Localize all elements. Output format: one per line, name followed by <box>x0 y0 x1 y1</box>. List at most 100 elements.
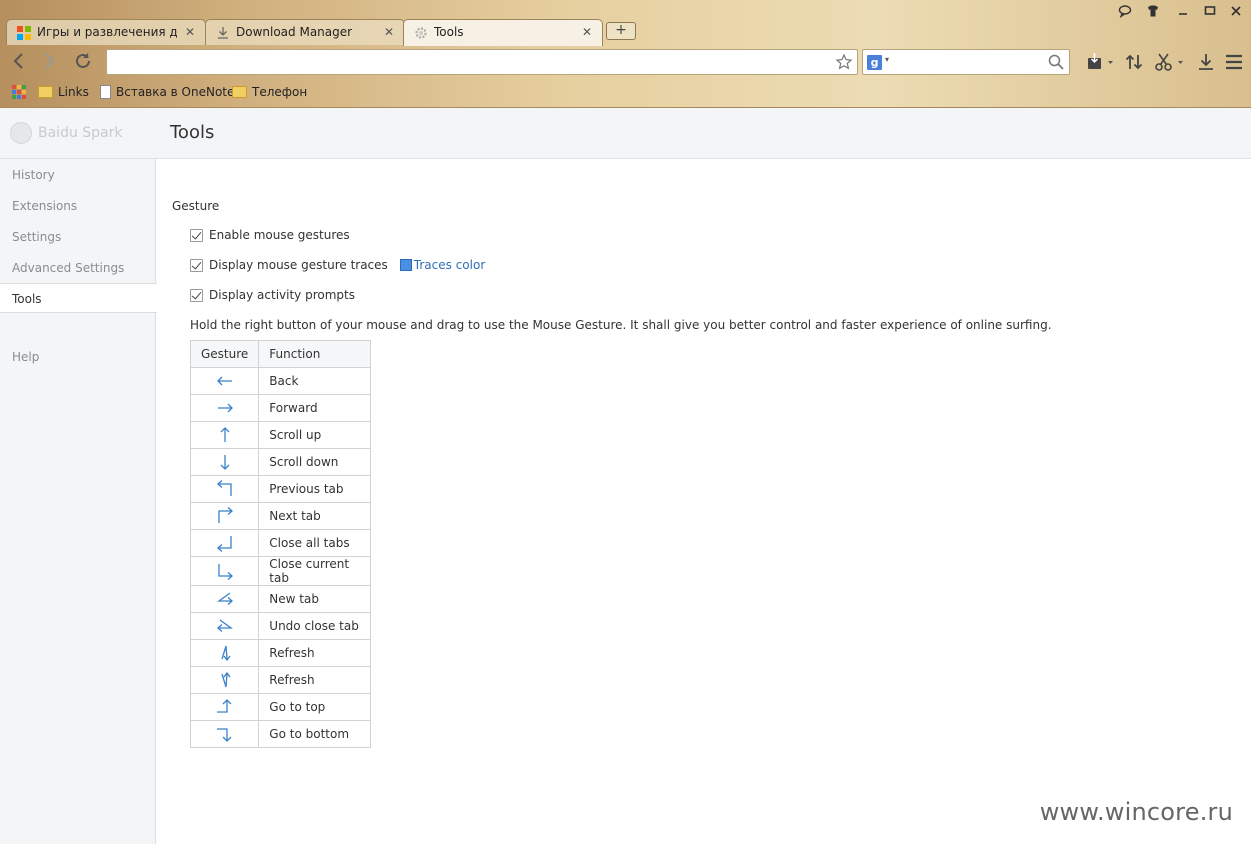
table-row: Go to bottom <box>189 720 372 748</box>
video-download-icon[interactable] <box>1086 52 1113 72</box>
tab-title: Download Manager <box>236 25 353 39</box>
settings-page: Baidu Spark Tools History Extensions Set… <box>0 108 1251 844</box>
reload-icon[interactable] <box>72 50 94 72</box>
gesture-cell <box>189 666 260 694</box>
column-header-function: Function <box>258 340 372 368</box>
chevron-down-icon[interactable]: ▾ <box>885 55 889 64</box>
folder-icon <box>38 86 53 98</box>
function-cell: Refresh <box>258 666 372 694</box>
function-cell: Undo close tab <box>258 612 372 640</box>
watermark: www.wincore.ru <box>1039 798 1233 826</box>
function-cell: Next tab <box>258 502 372 530</box>
sidebar-item-advanced-settings[interactable]: Advanced Settings <box>0 253 156 283</box>
display-traces-checkbox[interactable] <box>190 258 203 272</box>
download-icon[interactable] <box>1196 52 1218 72</box>
enable-gestures-checkbox[interactable] <box>190 228 203 242</box>
activity-prompts-option[interactable]: Display activity prompts <box>190 288 355 302</box>
menu-icon[interactable] <box>1224 52 1246 72</box>
bookmarks-bar: Links Вставка в OneNote Телефон <box>0 82 1251 106</box>
folder-icon <box>232 86 247 98</box>
gesture-cell <box>189 448 260 476</box>
sync-icon[interactable] <box>1124 52 1146 72</box>
toolbar: g ▾ <box>0 45 1251 79</box>
table-row: Close current tab <box>189 556 372 586</box>
down-left-icon <box>214 533 236 553</box>
traces-color-link[interactable]: Traces color <box>414 258 485 272</box>
gesture-cell <box>189 502 260 530</box>
google-icon[interactable]: g <box>867 55 882 70</box>
table-row: Go to top <box>189 693 372 721</box>
right-up-icon <box>214 697 236 717</box>
maximize-icon[interactable] <box>1203 4 1217 21</box>
minimize-icon[interactable] <box>1176 4 1190 21</box>
feedback-icon[interactable] <box>1118 4 1132 21</box>
traces-color-swatch[interactable] <box>399 259 412 271</box>
sidebar-item-settings[interactable]: Settings <box>0 222 156 252</box>
tab-strip: Игры и развлечения для ✕ Download Manage… <box>0 0 1251 46</box>
download-icon <box>216 26 230 40</box>
close-icon[interactable]: ✕ <box>582 25 592 39</box>
table-row: Refresh <box>189 666 372 694</box>
tab-games[interactable]: Игры и развлечения для ✕ <box>6 19 206 45</box>
sidebar: History Extensions Settings Advanced Set… <box>0 159 157 844</box>
up-right-icon <box>214 506 236 526</box>
arrow-down-icon <box>214 452 236 472</box>
tab-download-manager[interactable]: Download Manager ✕ <box>205 19 405 45</box>
close-icon[interactable]: ✕ <box>185 25 195 39</box>
gesture-cell <box>189 612 260 640</box>
arrow-up-icon <box>214 425 236 445</box>
close-window-icon[interactable] <box>1229 4 1243 21</box>
new-tab-button[interactable]: + <box>606 22 636 40</box>
sidebar-item-extensions[interactable]: Extensions <box>0 191 156 221</box>
star-icon[interactable] <box>835 53 853 74</box>
search-icon[interactable] <box>1047 53 1065 74</box>
sidebar-item-help[interactable]: Help <box>0 342 156 372</box>
apps-icon[interactable] <box>12 85 26 99</box>
bookmark-onenote[interactable]: Вставка в OneNote <box>100 85 234 99</box>
skin-icon[interactable] <box>1146 4 1160 21</box>
table-header-row: Gesture Function <box>189 340 372 368</box>
tab-title: Tools <box>434 25 464 39</box>
search-box[interactable]: g ▾ <box>862 49 1070 75</box>
function-cell: Previous tab <box>258 475 372 503</box>
page-header: Baidu Spark Tools <box>0 108 1251 159</box>
gear-icon <box>414 26 428 40</box>
section-title: Gesture <box>172 199 220 213</box>
close-icon[interactable]: ✕ <box>384 25 394 39</box>
sidebar-item-history[interactable]: History <box>0 160 156 190</box>
table-row: Previous tab <box>189 475 372 503</box>
page-icon <box>100 85 111 99</box>
brand: Baidu Spark <box>10 122 123 144</box>
function-cell: Scroll up <box>258 421 372 449</box>
brand-name: Baidu Spark <box>38 125 123 141</box>
store-icon <box>17 26 31 40</box>
forward-icon[interactable] <box>38 50 60 72</box>
scissors-icon[interactable] <box>1154 52 1183 72</box>
activity-prompts-checkbox[interactable] <box>190 288 203 302</box>
tab-tools[interactable]: Tools ✕ <box>403 19 603 46</box>
down-up-icon <box>214 670 236 690</box>
up-down-icon <box>214 643 236 663</box>
function-cell: Back <box>258 367 372 395</box>
function-cell: Forward <box>258 394 372 422</box>
baidu-spark-logo-icon <box>10 122 32 144</box>
back-icon[interactable] <box>8 50 30 72</box>
gesture-table: Gesture Function Back Forward Scroll up Scr… <box>189 340 372 748</box>
sidebar-item-tools[interactable]: Tools <box>0 283 157 313</box>
gesture-cell <box>189 475 260 503</box>
gesture-cell <box>189 585 260 613</box>
display-traces-option[interactable]: Display mouse gesture traces Traces colo… <box>190 258 485 272</box>
gesture-cell <box>189 720 260 748</box>
table-row: Back <box>189 367 372 395</box>
function-cell: Go to top <box>258 693 372 721</box>
bookmark-links[interactable]: Links <box>38 85 89 99</box>
gesture-cell <box>189 529 260 557</box>
bookmark-phone[interactable]: Телефон <box>232 85 307 99</box>
gesture-description: Hold the right button of your mouse and … <box>190 318 1052 332</box>
enable-gestures-option[interactable]: Enable mouse gestures <box>190 228 350 242</box>
gesture-cell <box>189 421 260 449</box>
table-row: Scroll down <box>189 448 372 476</box>
table-row: Scroll up <box>189 421 372 449</box>
table-row: Forward <box>189 394 372 422</box>
address-bar[interactable] <box>106 49 858 75</box>
